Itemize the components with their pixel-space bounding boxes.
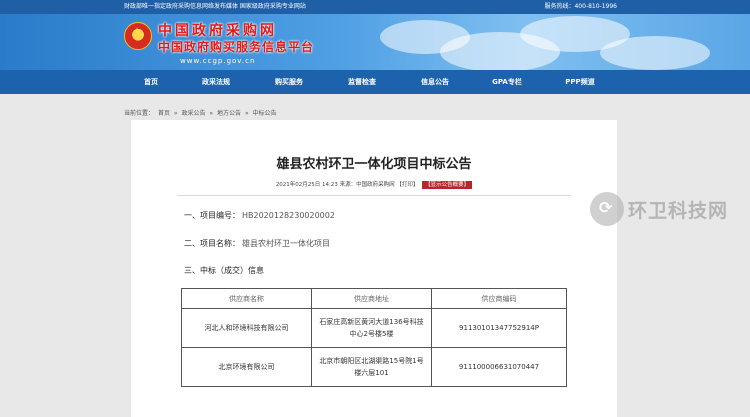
nav-item-purchase-services[interactable]: 购买服务: [263, 70, 315, 94]
breadcrumb-prefix: 当前位置：: [124, 110, 155, 117]
nav-item-ppp[interactable]: PPP频道: [554, 70, 606, 94]
breadcrumb-separator: »: [244, 110, 249, 117]
breadcrumb-separator: »: [173, 110, 178, 117]
breadcrumb-home[interactable]: 首页: [158, 110, 170, 117]
site-url: www.ccgp.gov.cn: [180, 57, 256, 65]
show-summary-button[interactable]: 【显示公告概要】: [422, 181, 473, 189]
main-nav: 首页 政采法规 购买服务 监督检查 信息公告 GPA专栏 PPP频道: [0, 70, 750, 94]
supplier-name-cell: 北京环境有限公司: [181, 347, 312, 387]
publish-info: 2021年02月25日 14:23 来源：中国政府采购网 【打印】: [275, 182, 419, 188]
breadcrumb-separator: »: [209, 110, 214, 117]
nav-item-regulations[interactable]: 政采法规: [190, 70, 242, 94]
award-info-label: 三、中标（成交）信息: [184, 266, 264, 275]
nav-item-supervision[interactable]: 监督检查: [336, 70, 388, 94]
supplier-code-cell: 911100006631070447: [431, 347, 567, 387]
supplier-name-cell: 河北人和环境科技有限公司: [181, 308, 312, 348]
breadcrumb-local[interactable]: 地方公告: [217, 110, 241, 117]
notice-content: 雄县农村环卫一体化项目中标公告 2021年02月25日 14:23 来源：中国政…: [131, 120, 617, 417]
project-number-label: 一、项目编号：: [184, 211, 240, 220]
national-emblem-icon: ★: [124, 22, 152, 50]
project-name-label: 二、项目名称：: [184, 239, 240, 248]
notice-meta: 2021年02月25日 14:23 来源：中国政府采购网 【打印】 【显示公告概…: [131, 180, 617, 189]
supplier-table: 供应商名称 供应商地址 供应商编码 河北人和环境科技有限公司 石家庄高新区黄河大…: [181, 288, 567, 387]
breadcrumb-announcements[interactable]: 政采公告: [181, 110, 205, 117]
breadcrumb-award[interactable]: 中标公告: [253, 110, 277, 117]
project-number-value: HB2020128230020002: [242, 211, 335, 220]
project-name-row: 二、项目名称： 雄县农村环卫一体化项目: [184, 238, 330, 249]
page-title: 雄县农村环卫一体化项目中标公告: [276, 157, 472, 172]
nav-item-gpa[interactable]: GPA专栏: [481, 70, 533, 94]
column-header-supplier-code: 供应商编码: [431, 288, 567, 309]
site-slogan: 财政部唯一指定政府采购信息网络发布媒体 国家级政府采购专业网站: [124, 3, 306, 10]
supplier-address-cell: 北京市朝阳区北湖渠路15号院1号楼六层101: [311, 347, 432, 387]
watermark-logo-icon: ⟳: [590, 192, 624, 226]
nav-item-announcements[interactable]: 信息公告: [409, 70, 461, 94]
divider: [177, 195, 571, 196]
site-title[interactable]: 中国政府采购网: [158, 20, 277, 40]
column-header-supplier-name: 供应商名称: [181, 288, 312, 309]
table-row: 北京环境有限公司 北京市朝阳区北湖渠路15号院1号楼六层101 91110000…: [181, 347, 567, 387]
site-header: ★ 中国政府采购网 中国政府购买服务信息平台 www.ccgp.gov.cn: [0, 14, 750, 70]
project-number-row: 一、项目编号： HB2020128230020002: [184, 210, 335, 221]
table-row: 河北人和环境科技有限公司 石家庄高新区黄河大道136号科技中心2号楼5楼 911…: [181, 308, 567, 348]
cloud-decoration: [600, 36, 710, 70]
supplier-code-cell: 91130101347752914P: [431, 308, 567, 348]
nav-item-home[interactable]: 首页: [125, 70, 177, 94]
table-header-row: 供应商名称 供应商地址 供应商编码: [181, 288, 567, 309]
site-subtitle: 中国政府购买服务信息平台: [158, 40, 315, 54]
project-name-value: 雄县农村环卫一体化项目: [242, 239, 330, 248]
award-info-heading: 三、中标（成交）信息: [184, 265, 264, 276]
top-info-bar: 财政部唯一指定政府采购信息网络发布媒体 国家级政府采购专业网站 服务热线：400…: [0, 0, 750, 14]
column-header-supplier-address: 供应商地址: [311, 288, 432, 309]
watermark-text: 环卫科技网: [628, 200, 729, 222]
service-hotline: 服务热线：400-810-1996: [544, 3, 617, 10]
supplier-address-cell: 石家庄高新区黄河大道136号科技中心2号楼5楼: [311, 308, 432, 348]
breadcrumb: 当前位置： 首页 » 政采公告 » 地方公告 » 中标公告: [124, 108, 279, 117]
